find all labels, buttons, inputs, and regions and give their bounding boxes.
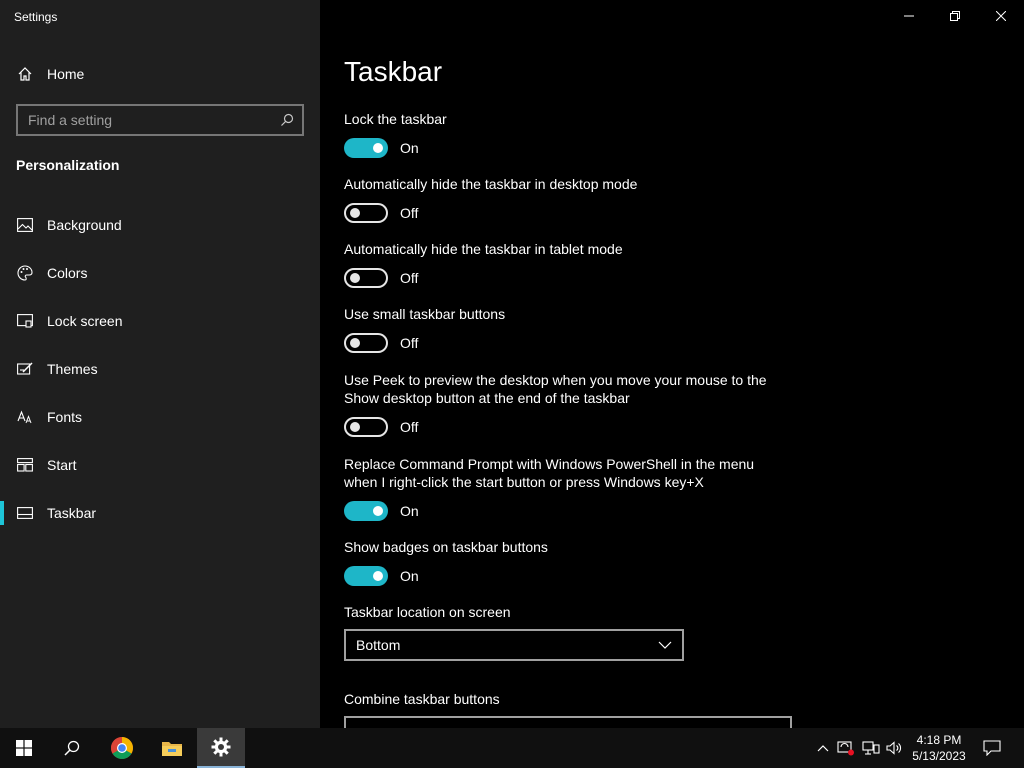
- setting-label-autohide-tablet: Automatically hide the taskbar in tablet…: [344, 241, 623, 257]
- toggle-row-powershell: On: [344, 500, 419, 522]
- toggle-knob: [373, 571, 383, 581]
- sidebar-item-label: Start: [47, 457, 77, 473]
- nav-list: Background Colors Lock screen Themes Fon…: [0, 201, 320, 537]
- toggle-knob: [350, 273, 360, 283]
- sidebar-item-fonts[interactable]: Fonts: [0, 393, 320, 441]
- main-content: Taskbar Lock the taskbar On Automaticall…: [344, 0, 1024, 728]
- toggle-row-autohide-tablet: Off: [344, 267, 418, 289]
- autohide-tablet-toggle[interactable]: [344, 268, 388, 288]
- toggle-state: Off: [400, 419, 419, 435]
- toggle-row-lock-taskbar: On: [344, 137, 419, 159]
- section-title: Personalization: [16, 157, 120, 173]
- picture-icon: [16, 216, 34, 234]
- tray-update-button[interactable]: [836, 728, 856, 768]
- page-title: Taskbar: [344, 56, 443, 87]
- setting-label-small-buttons: Use small taskbar buttons: [344, 306, 506, 322]
- sidebar-item-start[interactable]: Start: [0, 441, 320, 489]
- toggle-knob: [350, 422, 360, 432]
- sidebar-item-taskbar[interactable]: Taskbar: [0, 489, 320, 537]
- toggle-state: On: [400, 568, 419, 584]
- file-explorer-button[interactable]: [148, 728, 196, 768]
- toggle-state: Off: [400, 335, 419, 351]
- taskbar-clock[interactable]: 4:18 PM 5/13/2023: [906, 732, 972, 764]
- autohide-desktop-toggle[interactable]: [344, 203, 388, 223]
- dropdown-value: Bottom: [356, 637, 401, 653]
- toggle-row-small-buttons: Off: [344, 332, 418, 354]
- setting-label-peek: Use Peek to preview the desktop when you…: [344, 372, 767, 406]
- toggle-knob: [373, 506, 383, 516]
- toggle-state: On: [400, 503, 419, 519]
- clock-date: 5/13/2023: [912, 749, 966, 763]
- toggle-knob: [350, 208, 360, 218]
- chevron-up-icon: [817, 745, 829, 752]
- start-button[interactable]: [0, 728, 48, 768]
- home-link[interactable]: Home: [16, 62, 84, 86]
- toggle-state: On: [400, 140, 419, 156]
- peek-toggle[interactable]: [344, 417, 388, 437]
- settings-taskbar-button[interactable]: [197, 728, 245, 768]
- badges-toggle[interactable]: [344, 566, 388, 586]
- clock-time: 4:18 PM: [916, 733, 962, 747]
- combine-buttons-dropdown[interactable]: [344, 716, 792, 728]
- small-buttons-toggle[interactable]: [344, 333, 388, 353]
- setting-label-powershell: Replace Command Prompt with Windows Powe…: [344, 456, 755, 490]
- app-title: Settings: [14, 10, 58, 24]
- sidebar-item-label: Fonts: [47, 409, 83, 425]
- sidebar-item-lock-screen[interactable]: Lock screen: [0, 297, 320, 345]
- toggle-knob: [373, 143, 383, 153]
- taskbar-icon: [16, 504, 34, 522]
- sidebar-item-themes[interactable]: Themes: [0, 345, 320, 393]
- windows-logo-icon: [16, 740, 32, 756]
- taskbar: 4:18 PM 5/13/2023: [0, 728, 1024, 768]
- show-hidden-icons-button[interactable]: [814, 728, 832, 768]
- sidebar-item-label: Lock screen: [47, 313, 123, 329]
- toggle-row-peek: Off: [344, 416, 418, 438]
- search-icon[interactable]: [272, 106, 302, 134]
- sidebar-item-label: Background: [47, 217, 122, 233]
- toggle-row-badges: On: [344, 565, 419, 587]
- setting-label-autohide-desktop: Automatically hide the taskbar in deskto…: [344, 176, 638, 192]
- settings-icon: [211, 737, 231, 757]
- lock-taskbar-toggle[interactable]: [344, 138, 388, 158]
- chrome-button[interactable]: [98, 728, 146, 768]
- notification-icon: [983, 740, 1001, 756]
- home-icon: [16, 65, 34, 83]
- sidebar: Settings Home Personalization Background…: [0, 0, 320, 728]
- themes-icon: [16, 360, 34, 378]
- ethernet-icon: [862, 741, 880, 755]
- palette-icon: [16, 264, 34, 282]
- file-explorer-icon: [162, 742, 182, 756]
- fonts-icon: [16, 408, 34, 426]
- taskbar-search-button[interactable]: [48, 728, 96, 768]
- chevron-down-icon: [658, 641, 672, 649]
- taskbar-location-label: Taskbar location on screen: [344, 604, 511, 620]
- search-input[interactable]: [18, 112, 272, 128]
- sidebar-item-label: Themes: [47, 361, 98, 377]
- volume-icon: [886, 741, 901, 755]
- sidebar-item-colors[interactable]: Colors: [0, 249, 320, 297]
- home-label: Home: [47, 66, 85, 82]
- toggle-state: Off: [400, 270, 419, 286]
- sidebar-item-label: Colors: [47, 265, 88, 281]
- toggle-row-autohide-desktop: Off: [344, 202, 418, 224]
- start-icon: [16, 456, 34, 474]
- search-icon: [64, 740, 80, 756]
- setting-label-lock-taskbar: Lock the taskbar: [344, 111, 447, 127]
- lock-screen-icon: [16, 312, 34, 330]
- network-warning-icon: [837, 741, 854, 756]
- taskbar-location-dropdown[interactable]: Bottom: [344, 629, 684, 661]
- combine-buttons-label: Combine taskbar buttons: [344, 691, 500, 707]
- sidebar-item-label: Taskbar: [47, 505, 97, 521]
- toggle-knob: [350, 338, 360, 348]
- search-box[interactable]: [16, 104, 304, 136]
- sidebar-item-background[interactable]: Background: [0, 201, 320, 249]
- action-center-button[interactable]: [976, 728, 1008, 768]
- setting-label-badges: Show badges on taskbar buttons: [344, 539, 548, 555]
- tray-network-button[interactable]: [860, 728, 882, 768]
- chrome-icon: [111, 737, 133, 759]
- powershell-toggle[interactable]: [344, 501, 388, 521]
- toggle-state: Off: [400, 205, 419, 221]
- tray-volume-button[interactable]: [884, 728, 904, 768]
